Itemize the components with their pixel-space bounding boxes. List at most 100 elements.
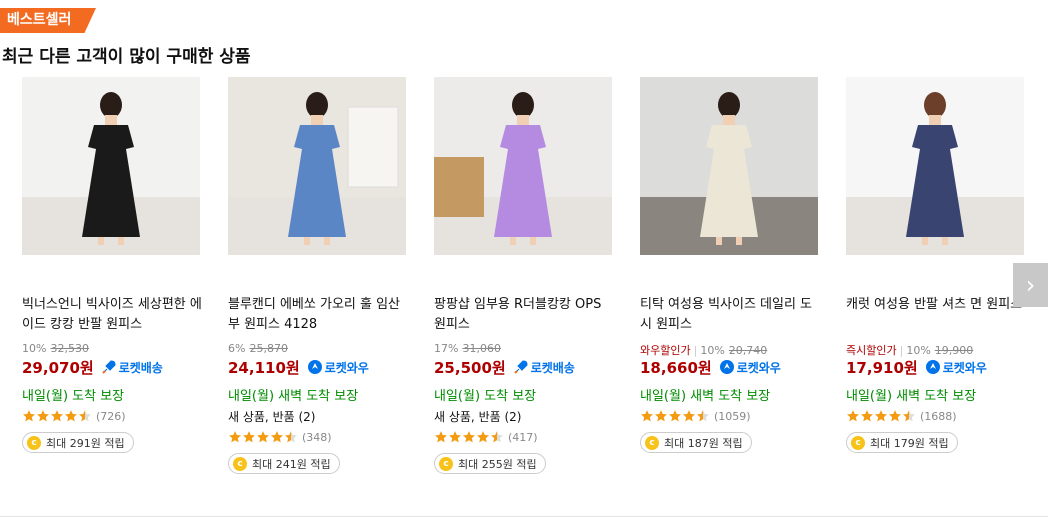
star-icon — [861, 410, 873, 422]
rocket-wow-icon — [719, 360, 734, 374]
product-image[interactable] — [434, 77, 612, 255]
discount-rate: 10% — [22, 342, 47, 355]
price-row: 18,660원 로켓와우 — [640, 356, 820, 378]
sale-price: 17,910원 — [846, 358, 918, 377]
arrival-guarantee: 내일(월) 새벽 도착 보장 — [846, 389, 977, 404]
product-photo — [434, 77, 612, 255]
product-photo — [22, 77, 200, 255]
rating-stars — [228, 430, 298, 444]
arrival-guarantee: 내일(월) 도착 보장 — [434, 389, 537, 404]
price-meta: 즉시할인가 | 10% 19,900 — [846, 344, 974, 357]
star-icon — [449, 431, 461, 443]
chevron-right-icon: › — [1025, 271, 1036, 299]
rocket-wow-icon — [307, 360, 322, 374]
price-meta: 10% 32,530 — [22, 342, 202, 356]
sale-price: 29,070원 — [22, 358, 94, 377]
product-photo — [228, 77, 406, 255]
star-icon — [697, 410, 709, 422]
delivery-badge-label: 로켓와우 — [942, 360, 987, 375]
original-price: 20,740 — [728, 344, 768, 357]
delivery-badge-label: 로켓배송 — [530, 360, 575, 375]
star-icon — [65, 410, 77, 422]
price-row: 24,110원 로켓와우 — [228, 356, 408, 378]
review-count: (726) — [96, 409, 126, 423]
reward-points: c 최대 291원 적립 — [22, 432, 134, 453]
product-card[interactable]: 블루캔디 에베쏘 가오리 훌 임산부 원피스 4128 6% 25,870 24,11… — [228, 77, 408, 474]
discount-rate: 17% — [434, 342, 459, 355]
product-title[interactable]: 블루캔디 에베쏘 가오리 훌 임산부 원피스 4128 — [228, 295, 408, 335]
rating: (726) — [22, 408, 202, 424]
star-icon — [847, 410, 859, 422]
discount-rate: 10% — [906, 344, 931, 357]
coin-icon: c — [439, 456, 453, 471]
product-image[interactable] — [640, 77, 818, 255]
product-title[interactable]: 티탁 여성용 빅사이즈 데일리 도시 원피스 — [640, 295, 820, 335]
star-icon — [889, 410, 901, 422]
divider — [0, 516, 1048, 517]
product-card[interactable]: 팡팡샵 임부용 R더블캉캉 OPS 원피스 17% 31,060 25,500원 로켓배… — [434, 77, 614, 474]
product-image[interactable] — [846, 77, 1024, 255]
reward-points-label: 최대 255원 적립 — [458, 457, 537, 471]
delivery-badge-label: 로켓와우 — [324, 360, 369, 375]
star-icon — [271, 431, 283, 443]
review-count: (1688) — [920, 409, 957, 423]
product-title[interactable]: 캐럿 여성용 반팔 셔츠 면 원피스 — [846, 295, 1026, 335]
product-image[interactable] — [228, 77, 406, 255]
delivery-badge: 로켓와우 — [719, 359, 781, 376]
price-row: 29,070원 로켓배송 — [22, 356, 202, 378]
sale-price: 25,500원 — [434, 358, 506, 377]
delivery-badge: 로켓와우 — [925, 359, 987, 376]
rocket-icon — [101, 360, 116, 374]
next-button[interactable]: › — [1013, 263, 1048, 307]
rating-stars — [640, 409, 710, 423]
delivery-badge: 로켓배송 — [513, 359, 575, 376]
star-icon — [229, 431, 241, 443]
star-icon — [477, 431, 489, 443]
star-icon — [491, 431, 503, 443]
star-icon — [435, 431, 447, 443]
original-price: 32,530 — [50, 342, 89, 355]
reward-points: c 최대 187원 적립 — [640, 432, 752, 453]
discount-type-label: 와우할인가 — [640, 344, 691, 357]
star-icon — [641, 410, 653, 422]
product-title[interactable]: 빅너스언니 빅사이즈 세상편한 에이드 캉캉 반팔 원피스 — [22, 295, 202, 335]
discount-rate: 6% — [228, 342, 246, 355]
price-meta: 17% 31,060 — [434, 342, 614, 356]
sale-price: 24,110원 — [228, 358, 300, 377]
original-price: 31,060 — [462, 342, 501, 355]
star-icon — [683, 410, 695, 422]
price-meta: 와우할인가 | 10% 20,740 — [640, 344, 768, 357]
reward-points-label: 최대 291원 적립 — [46, 436, 125, 450]
rating: (1688) — [846, 408, 1026, 424]
product-photo — [640, 77, 818, 255]
review-count: (1059) — [714, 409, 751, 423]
product-title[interactable]: 팡팡샵 임부용 R더블캉캉 OPS 원피스 — [434, 295, 614, 335]
original-price: 25,870 — [249, 342, 288, 355]
star-icon — [903, 410, 915, 422]
star-icon — [655, 410, 667, 422]
product-card[interactable]: 빅너스언니 빅사이즈 세상편한 에이드 캉캉 반팔 원피스 10% 32,530 29… — [22, 77, 202, 453]
star-icon — [463, 431, 475, 443]
delivery-badge-label: 로켓와우 — [736, 360, 781, 375]
other-offers[interactable]: 새 상품, 반품 (2) — [228, 408, 408, 424]
star-icon — [79, 410, 91, 422]
price-row: 17,910원 로켓와우 — [846, 356, 1026, 378]
star-icon — [285, 431, 297, 443]
bestseller-badge: 베스트셀러 — [0, 8, 96, 33]
delivery-badge: 로켓배송 — [101, 359, 163, 376]
arrival-guarantee: 내일(월) 새벽 도착 보장 — [640, 389, 771, 404]
reward-points-label: 최대 241원 적립 — [252, 457, 331, 471]
rating: (417) — [434, 429, 614, 445]
star-icon — [37, 410, 49, 422]
coin-icon: c — [233, 456, 247, 471]
reward-points: c 최대 255원 적립 — [434, 453, 546, 474]
product-card[interactable]: 캐럿 여성용 반팔 셔츠 면 원피스즉시할인가 | 10% 19,900 17,910원… — [846, 77, 1026, 453]
reward-points: c 최대 179원 적립 — [846, 432, 958, 453]
other-offers[interactable]: 새 상품, 반품 (2) — [434, 408, 614, 424]
star-icon — [51, 410, 63, 422]
product-card[interactable]: 티탁 여성용 빅사이즈 데일리 도시 원피스와우할인가 | 10% 20,740 18,… — [640, 77, 820, 453]
product-image[interactable] — [22, 77, 200, 255]
delivery-badge: 로켓와우 — [307, 359, 369, 376]
review-count: (348) — [302, 430, 332, 444]
price-meta: 6% 25,870 — [228, 342, 408, 356]
